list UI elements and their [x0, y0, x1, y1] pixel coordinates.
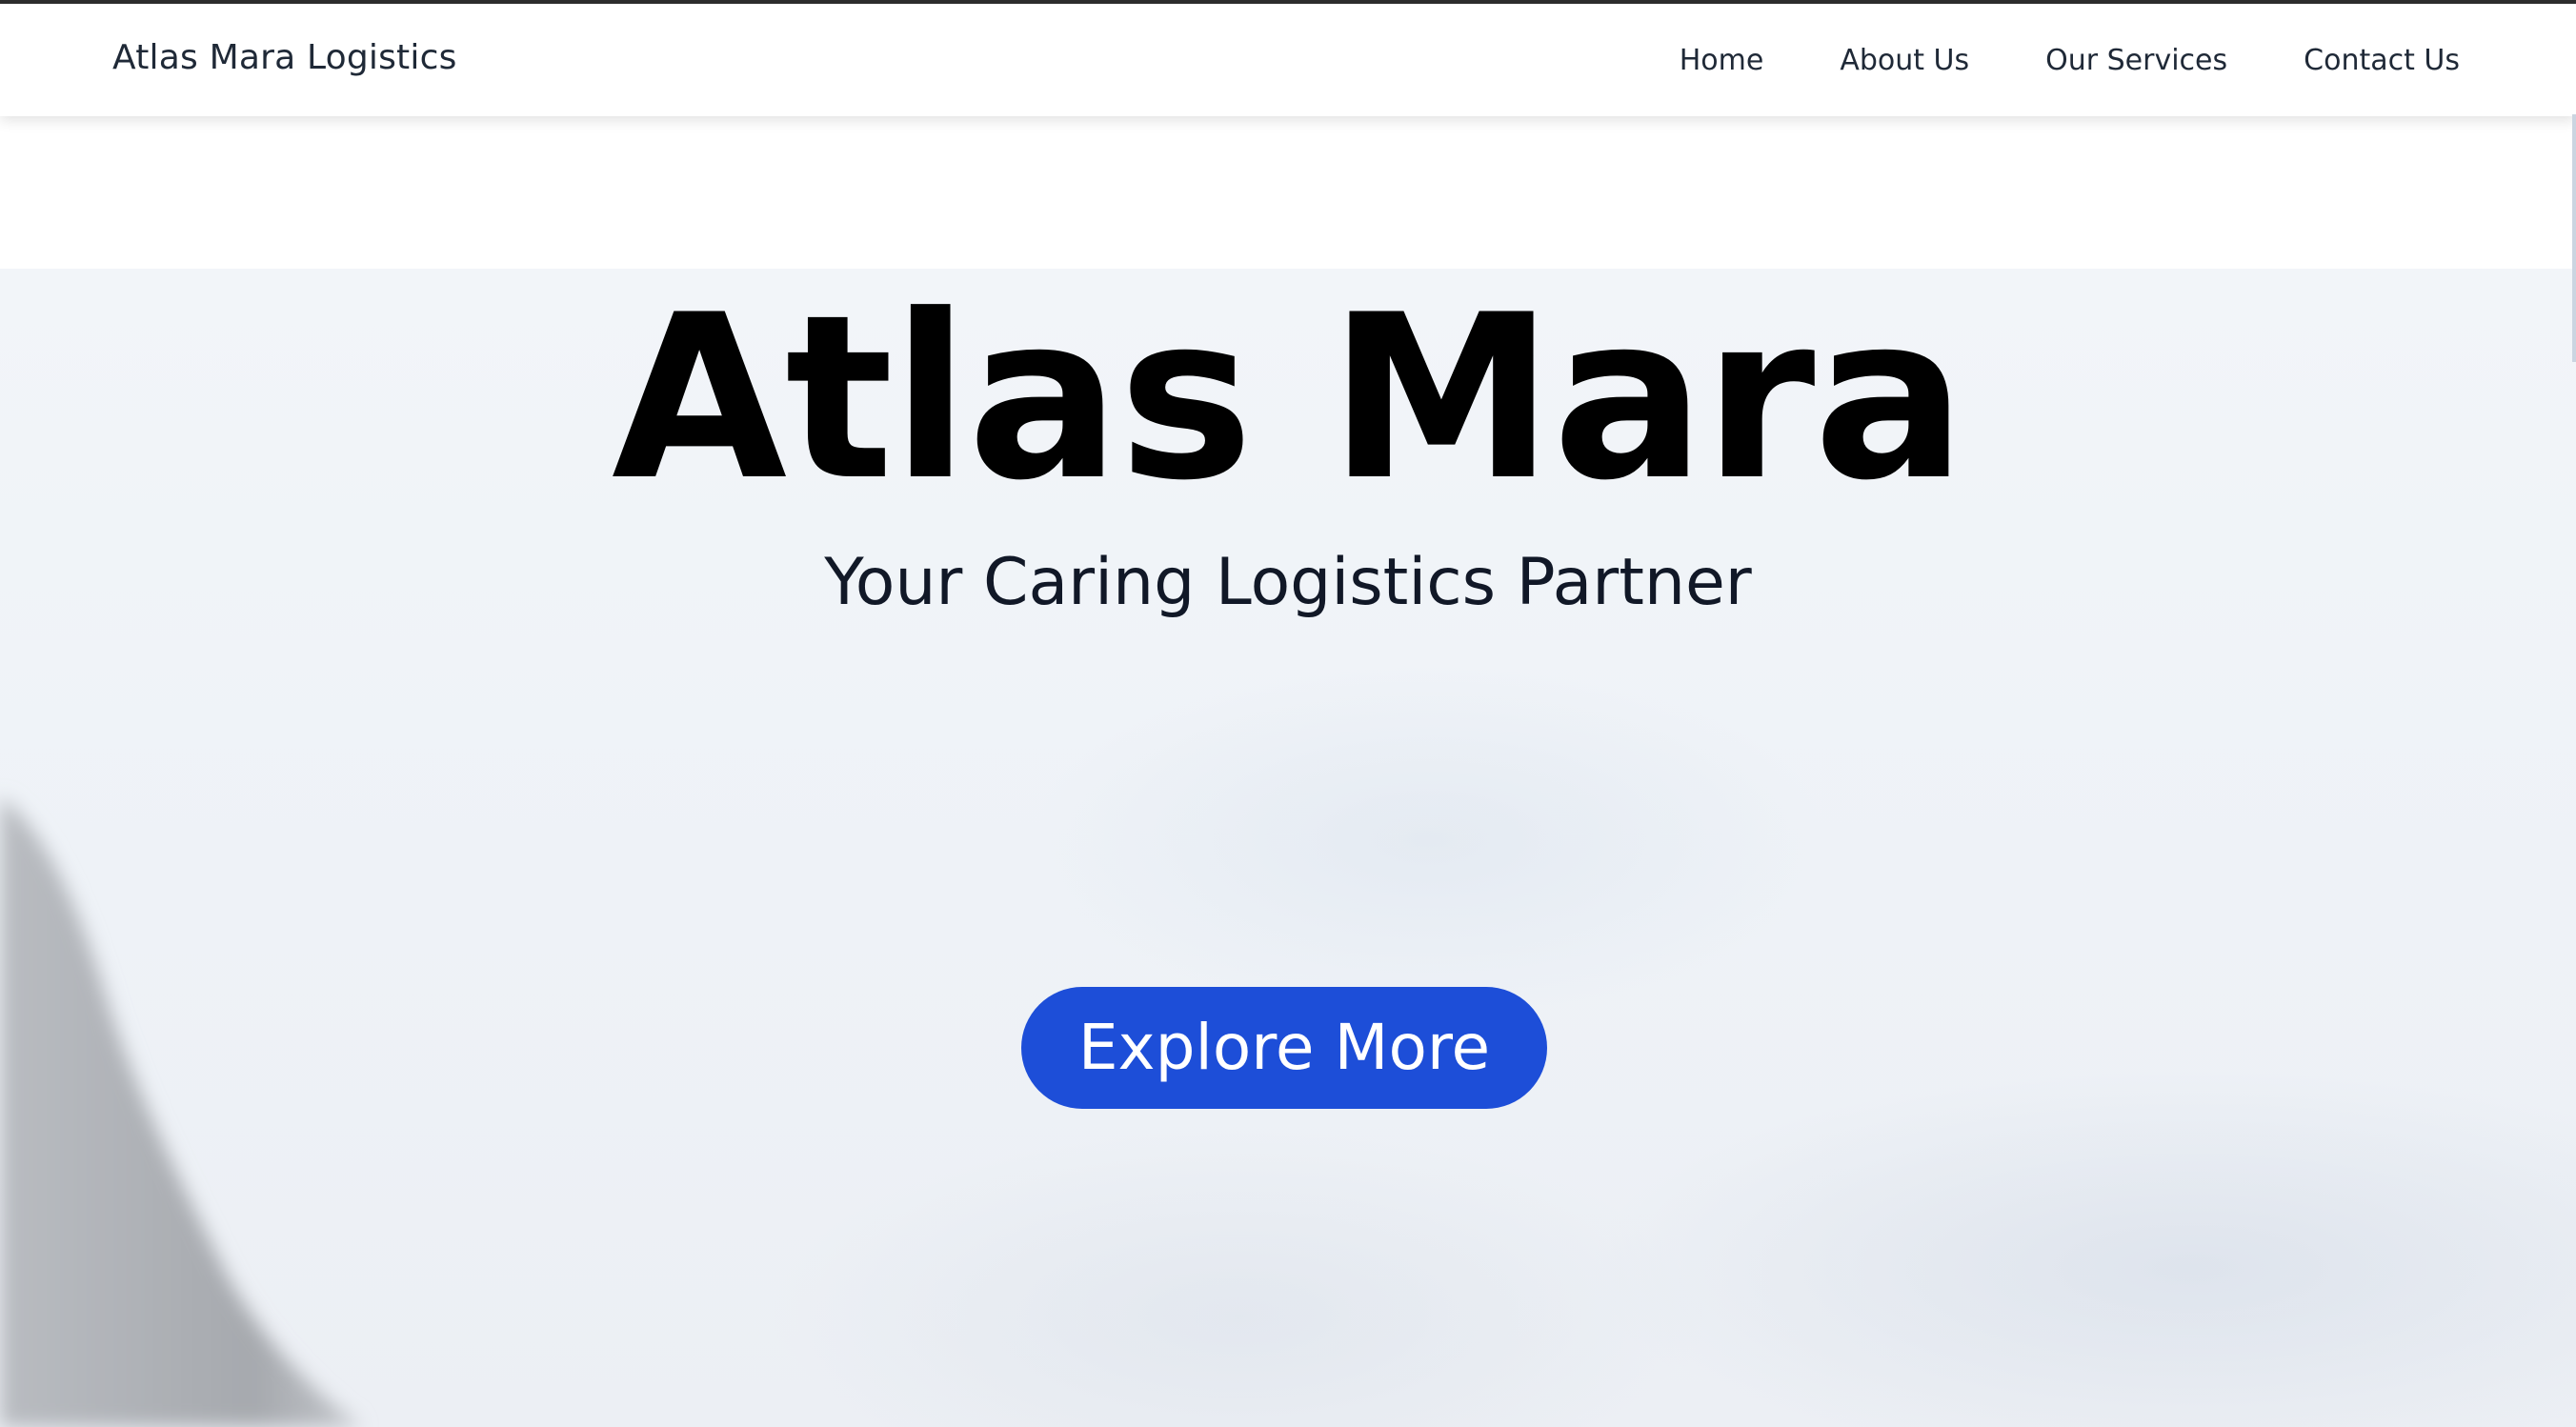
nav-link-about-us[interactable]: About Us — [1840, 44, 1969, 77]
nav-links: Home About Us Our Services Contact Us — [1603, 44, 2460, 77]
nav-link-home[interactable]: Home — [1680, 44, 1764, 77]
hero-title: Atlas Mara — [611, 269, 1966, 531]
page-scrollbar[interactable] — [2572, 114, 2576, 362]
page: Atlas Mara Logistics Home About Us Our S… — [0, 0, 2576, 1427]
hero-section: Atlas Mara Your Caring Logistics Partner… — [0, 269, 2576, 1427]
navbar: Atlas Mara Logistics Home About Us Our S… — [0, 4, 2576, 116]
top-border — [0, 0, 2576, 4]
explore-more-button[interactable]: Explore More — [1021, 987, 1547, 1109]
nav-link-contact-us[interactable]: Contact Us — [2304, 44, 2460, 77]
hero-subtitle: Your Caring Logistics Partner — [824, 545, 1752, 620]
nav-link-our-services[interactable]: Our Services — [2045, 44, 2227, 77]
brand-logo-link[interactable]: Atlas Mara Logistics — [112, 38, 457, 77]
